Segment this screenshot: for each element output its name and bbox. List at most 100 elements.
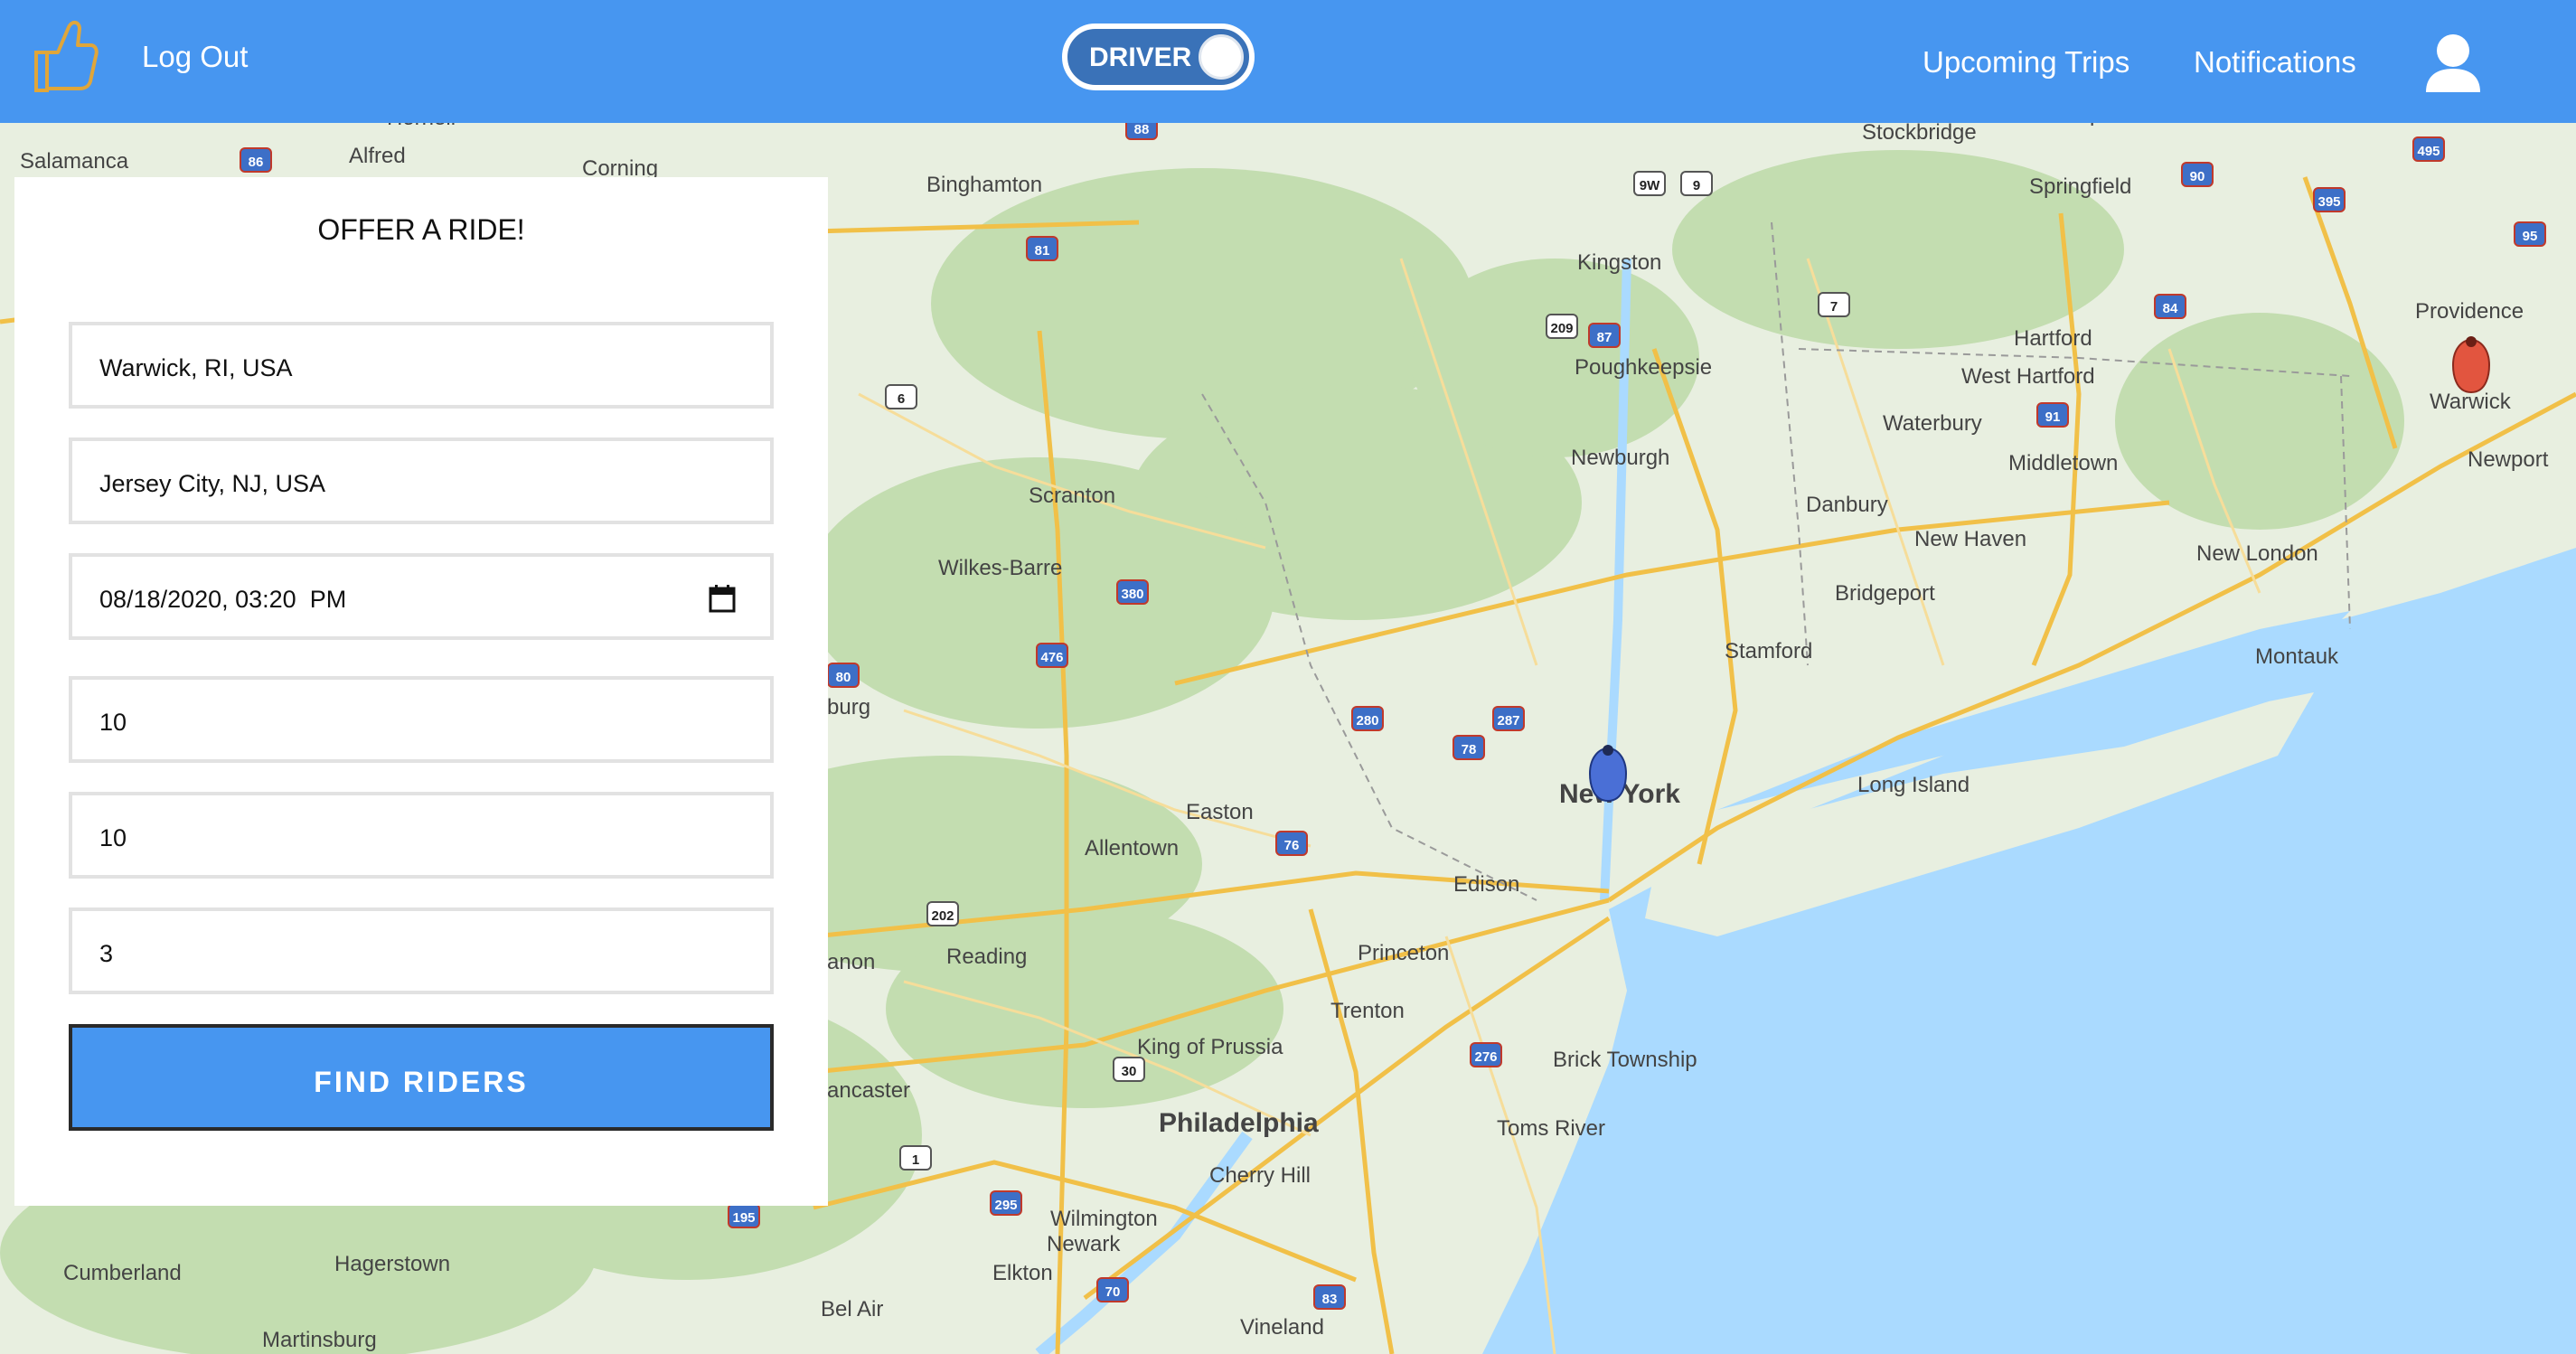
map-city-label: Northampton [2007,123,2132,127]
highway-shield-label: 7 [1830,299,1838,315]
highway-shield: 495 [2412,136,2445,162]
map-city-label: Allentown [1085,836,1179,860]
find-riders-label: FIND RIDERS [314,1066,529,1098]
destination-field[interactable]: Jersey City, NJ, USA [69,437,774,524]
destination-pin-icon[interactable] [1588,747,1628,803]
highway-shield-label: 287 [1497,713,1519,729]
offer-ride-form: OFFER A RIDE! Warwick, RI, USA Jersey Ci… [14,177,828,1206]
highway-shield-label: 6 [898,391,905,407]
map-city-label: Brick Township [1553,1048,1697,1072]
number-field-1-value: 10 [99,709,127,736]
user-profile-icon[interactable] [2424,33,2482,94]
highway-shield-label: 395 [2317,194,2340,210]
highway-shield: 78 [1453,735,1485,760]
highway-shield-label: 78 [1462,742,1477,757]
origin-value: Warwick, RI, USA [99,354,293,381]
calendar-icon[interactable] [709,584,736,613]
toggle-label: DRIVER [1089,42,1192,72]
logout-link[interactable]: Log Out [142,40,248,74]
highway-shield-label: 280 [1356,713,1378,729]
map-city-label: Martinsburg [262,1328,377,1352]
driver-mode-toggle[interactable]: DRIVER [1062,24,1255,90]
destination-value: Jersey City, NJ, USA [99,470,326,497]
map-city-label: Montauk [2255,644,2339,669]
nav-notifications[interactable]: Notifications [2194,45,2356,80]
origin-field[interactable]: Warwick, RI, USA [69,322,774,409]
toggle-knob[interactable] [1199,34,1244,80]
highway-shield: 90 [2181,162,2214,187]
map-city-label: Cherry Hill [1209,1163,1311,1188]
highway-shield: 83 [1313,1284,1346,1310]
map-city-label: West Hartford [1961,364,2095,389]
highway-shield-label: 276 [1474,1049,1497,1065]
map-city-label: New Haven [1914,527,2026,551]
thumbs-up-logo-icon[interactable] [31,16,99,96]
map-city-label: Salamanca [20,149,129,174]
highway-shield: 80 [827,663,860,688]
map-city-label: Easton [1186,800,1254,824]
highway-shield-label: 70 [1105,1284,1121,1300]
map-city-label: Reading [946,945,1027,969]
map-city-label: Hagerstown [334,1252,450,1276]
highway-shield-label: 88 [1134,123,1150,137]
highway-shield-label: 9 [1693,178,1700,193]
find-riders-button[interactable]: FIND RIDERS [69,1024,774,1131]
highway-shield-label: 91 [2045,409,2061,425]
map-city-label: Poughkeepsie [1575,355,1712,380]
highway-shield: 30 [1113,1057,1145,1082]
map-city-label: Binghamton [926,173,1042,197]
map-city-label: Newark [1047,1232,1121,1256]
map-city-label: Hartford [2014,326,2092,351]
highway-shield: 395 [2313,187,2346,212]
number-field-1[interactable]: 10 [69,676,774,763]
highway-shield: 195 [728,1203,760,1228]
origin-pin-icon[interactable] [2451,338,2491,394]
map-city-label: Toms River [1497,1116,1605,1141]
highway-shield: 70 [1096,1277,1129,1302]
highway-shield: 81 [1026,236,1058,261]
map-city-label: Princeton [1358,941,1449,965]
map-city-label: ancaster [827,1078,910,1103]
map-city-label: Newport [2468,447,2549,472]
highway-shield: 476 [1036,643,1068,668]
map-city-label: Middletown [2008,451,2118,475]
nav-upcoming-trips[interactable]: Upcoming Trips [1923,45,2129,80]
highway-shield-label: 9W [1640,178,1660,193]
map-city-label: Wilkes-Barre [938,556,1062,580]
highway-shield-label: 209 [1550,321,1573,336]
map-city-label: Springfield [2029,174,2131,199]
map-city-label: Philadelphia [1159,1108,1319,1138]
number-field-3-value: 3 [99,940,114,967]
map-city-label: Vineland [1240,1315,1324,1340]
highway-shield: 7 [1818,292,1850,317]
form-title: OFFER A RIDE! [317,213,525,246]
map-city-label: Newburgh [1571,446,1669,470]
highway-shield: 86 [240,147,272,173]
highway-shield-label: 380 [1121,587,1143,602]
map-city-label: Bel Air [821,1297,883,1321]
highway-shield: 91 [2036,402,2069,428]
datetime-field[interactable]: 08/18/2020, 03:20 PM [69,553,774,640]
highway-shield-label: 80 [836,670,851,685]
map-city-label: Waterbury [1883,411,1982,436]
map-city-label: Elkton [992,1261,1053,1285]
map-city-label: Stockbridge [1862,123,1977,145]
highway-shield-label: 495 [2417,144,2440,159]
highway-shield: 88 [1125,123,1158,140]
highway-shield-label: 30 [1122,1064,1137,1079]
highway-shield-label: 195 [732,1210,755,1226]
map-city-label: anon [827,950,875,974]
highway-shield: 276 [1470,1042,1502,1067]
highway-shield-label: 84 [2163,301,2178,316]
highway-shield-label: 86 [249,155,264,170]
map-city-label: Stamford [1725,639,1812,663]
highway-shield-label: 1 [912,1152,919,1168]
highway-shield-label: 90 [2190,169,2205,184]
number-field-3[interactable]: 3 [69,907,774,994]
top-navbar: Log Out DRIVER Upcoming Trips Notificati… [0,0,2576,123]
highway-shield: 1 [899,1145,932,1171]
map-city-label: Alfred [349,144,406,168]
highway-shield-label: 76 [1284,838,1300,853]
highway-shield: 6 [885,384,917,409]
number-field-2[interactable]: 10 [69,792,774,879]
